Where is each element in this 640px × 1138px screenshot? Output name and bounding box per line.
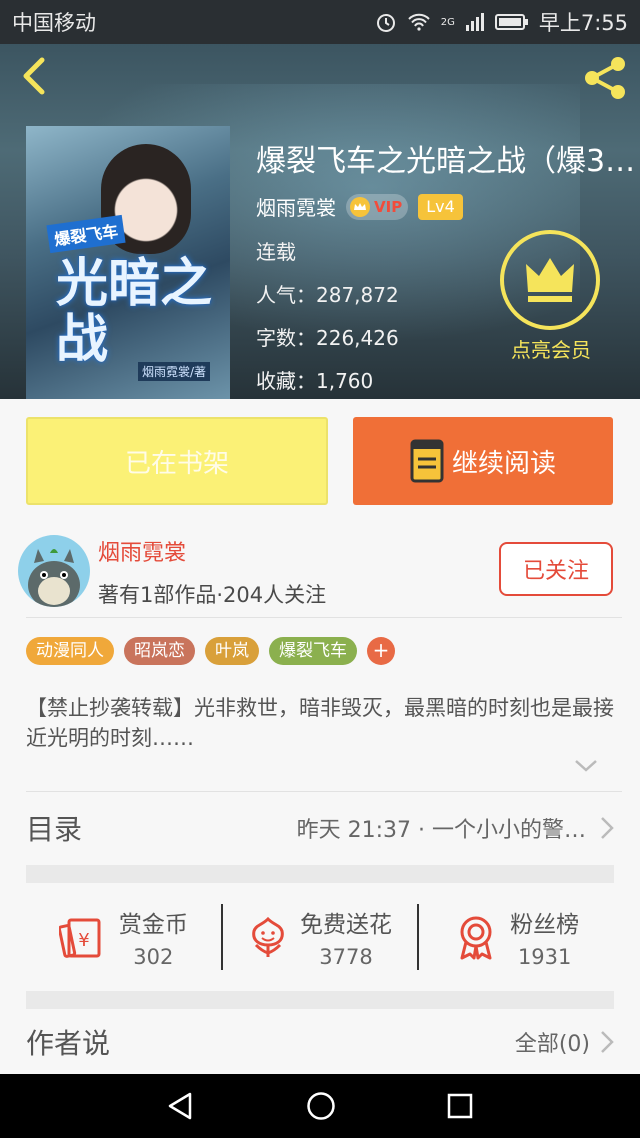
- table-of-contents-row[interactable]: 目录 昨天 21:37 · 一个小小的警…: [26, 792, 614, 864]
- toc-label: 目录: [26, 813, 83, 846]
- word-count: 字数：226,426: [256, 326, 399, 350]
- member-label[interactable]: 点亮会员: [486, 334, 616, 363]
- totoro-avatar-icon: [28, 549, 80, 607]
- author-says-all: 全部(0): [514, 1032, 590, 1057]
- medal-icon: [460, 916, 492, 960]
- reward-coin-icon: ¥: [58, 918, 101, 958]
- tag-item[interactable]: 叶岚: [205, 637, 259, 665]
- tag-list: 动漫同人 昭岚恋 叶岚 爆裂飞车 +: [26, 637, 395, 665]
- status-bar: 中国移动 2G 早上7:55: [0, 0, 640, 44]
- expand-chevron-icon[interactable]: [574, 759, 598, 773]
- recents-nav-icon[interactable]: [446, 1092, 474, 1120]
- crown-icon: [350, 196, 370, 217]
- battery-icon: [494, 14, 528, 30]
- flower-icon: [252, 916, 284, 957]
- vip-badge: VIP: [346, 193, 409, 220]
- followed-button[interactable]: 已关注: [499, 542, 613, 596]
- book-icon: [410, 439, 444, 483]
- author-row: 烟雨霓裳 VIP Lv4: [256, 192, 463, 221]
- author-says-label: 作者说: [26, 1027, 111, 1060]
- reward-coin-button[interactable]: ¥ 赏金币 302: [26, 883, 221, 991]
- fan-ranking-count: 1931: [517, 945, 572, 969]
- back-icon[interactable]: [14, 54, 58, 98]
- tag-item[interactable]: 昭岚恋: [124, 637, 195, 665]
- divider: [26, 617, 622, 618]
- tag-item[interactable]: 动漫同人: [26, 637, 114, 665]
- fan-ranking-label: 粉丝榜: [510, 912, 580, 938]
- book-description: 【禁止抄袭转载】光非救世，暗非毁灭，最黑暗的时刻也是最接近光明的时刻……: [26, 696, 614, 750]
- latest-chapter: 昨天 21:37 · 一个小小的警…: [296, 818, 586, 843]
- add-tag-button[interactable]: +: [367, 637, 395, 665]
- chevron-right-icon: [601, 1031, 614, 1053]
- action-row: ¥ 赏金币 302 免费送花 3778 粉丝榜 1931: [26, 883, 614, 991]
- back-nav-icon[interactable]: [166, 1091, 196, 1121]
- popularity: 人气：287,872: [256, 283, 399, 307]
- continue-reading-button[interactable]: 继续阅读: [353, 417, 613, 505]
- svg-text:¥: ¥: [78, 930, 89, 951]
- favorites: 收藏：1,760: [256, 369, 374, 393]
- level-badge: Lv4: [418, 193, 463, 220]
- book-status: 连载: [256, 240, 296, 264]
- section-separator: [26, 865, 614, 883]
- crown-icon: [526, 258, 574, 302]
- cover-title: 光暗之战: [56, 254, 213, 370]
- share-icon[interactable]: [580, 54, 632, 102]
- carrier-name: 中国移动: [12, 11, 96, 35]
- book-header: 爆裂飞车 光暗之战 烟雨霓裳/著 爆裂飞车之光暗之战（爆3… 烟雨霓裳 VIP …: [0, 44, 640, 399]
- avatar[interactable]: [18, 535, 90, 607]
- send-flower-button[interactable]: 免费送花 3778: [223, 883, 418, 991]
- send-flower-count: 3778: [319, 945, 373, 969]
- wifi-icon: [407, 13, 430, 31]
- tag-item[interactable]: 爆裂飞车: [269, 637, 357, 665]
- author-card-stats: 著有1部作品·204人关注: [98, 583, 327, 607]
- chevron-right-icon: [601, 817, 614, 839]
- book-title: 爆裂飞车之光暗之战（爆3…: [256, 144, 636, 179]
- clock: 早上7:55: [538, 11, 628, 35]
- author-name[interactable]: 烟雨霓裳: [256, 192, 336, 221]
- network-type: 2G: [440, 17, 455, 28]
- member-button[interactable]: [500, 230, 600, 330]
- book-cover[interactable]: 爆裂飞车 光暗之战 烟雨霓裳/著: [26, 126, 230, 399]
- vip-label: VIP: [374, 197, 403, 216]
- continue-reading-label: 继续阅读: [451, 448, 556, 479]
- home-nav-icon[interactable]: [306, 1091, 336, 1121]
- cover-author: 烟雨霓裳/著: [138, 362, 211, 381]
- in-bookshelf-button[interactable]: 已在书架: [26, 417, 328, 505]
- system-nav-bar: [0, 1074, 640, 1138]
- fan-ranking-button[interactable]: 粉丝榜 1931: [419, 883, 614, 991]
- send-flower-label: 免费送花: [300, 912, 392, 938]
- section-separator: [26, 991, 614, 1009]
- alarm-icon: [376, 14, 395, 32]
- cover-series-tag: 爆裂飞车: [46, 214, 126, 254]
- author-card-name[interactable]: 烟雨霓裳: [98, 535, 186, 567]
- reward-coin-count: 302: [133, 945, 174, 969]
- reward-coin-label: 赏金币: [118, 912, 188, 938]
- signal-icon: [465, 13, 484, 31]
- main-content: 已在书架 继续阅读 烟雨霓裳 著有1部作品·204人关注 已关注 动漫同人 昭岚…: [0, 399, 640, 1074]
- author-says-row[interactable]: 作者说 全部(0): [26, 1011, 614, 1073]
